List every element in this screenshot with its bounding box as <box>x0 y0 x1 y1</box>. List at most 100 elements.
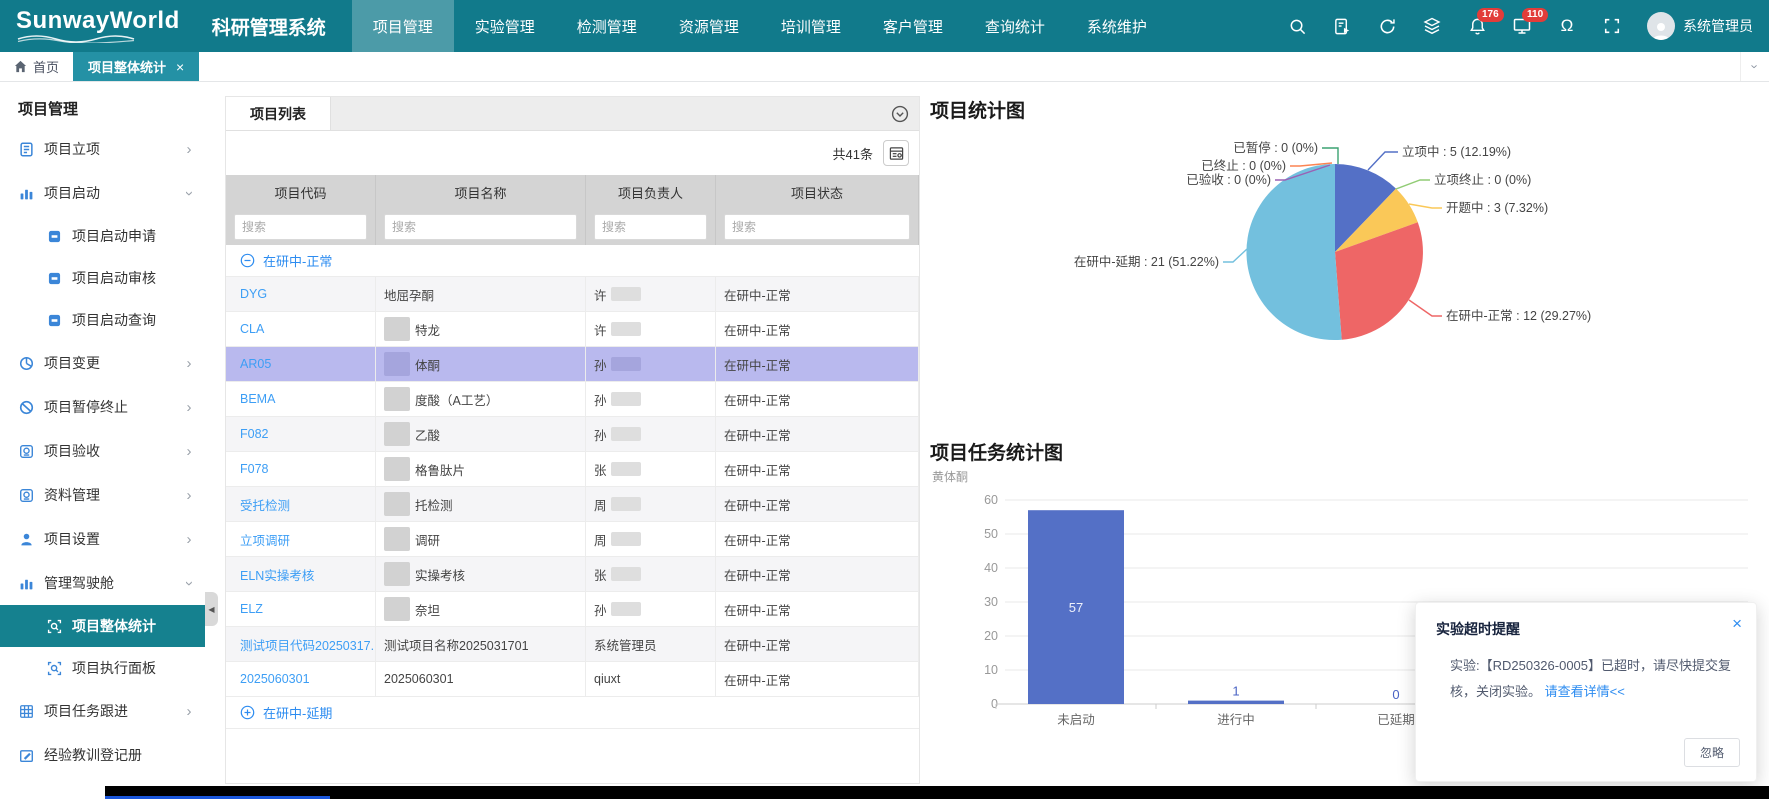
cell-project-code[interactable]: 测试项目代码20250317... <box>226 627 376 661</box>
cell-project-code[interactable]: F078 <box>226 452 376 486</box>
popup-close-icon[interactable]: × <box>1732 615 1742 632</box>
nav-item-3[interactable]: 检测管理 <box>556 0 658 52</box>
sidebar-item-9[interactable]: 项目任务跟进› <box>0 689 205 733</box>
bar-value-label: 1 <box>1232 684 1239 699</box>
sidebar-item-2[interactable]: 项目启动› <box>0 171 205 215</box>
search-icon[interactable] <box>1287 16 1307 36</box>
y-tick-label: 50 <box>984 527 998 541</box>
sidebar-item-8[interactable]: 管理驾驶舱› <box>0 561 205 605</box>
sidebar-subitem-label: 项目启动申请 <box>72 226 156 246</box>
sidebar-item-4[interactable]: 项目暂停终止› <box>0 385 205 429</box>
sidebar-collapse-handle[interactable]: ◀ <box>205 592 218 626</box>
sidebar-item-5[interactable]: 项目验收› <box>0 429 205 473</box>
tab-project-overview[interactable]: 项目整体统计 × <box>73 52 199 81</box>
table-row[interactable]: AR05体酮孙在研中-正常 <box>226 347 919 382</box>
experiment-timeout-popup: 实验超时提醒 × 实验:【RD250326-0005】已超时，请尽快提交复核，关… <box>1415 602 1757 782</box>
redacted-block <box>384 422 410 446</box>
cell-project-code[interactable]: 2025060301 <box>226 662 376 696</box>
search-input-1[interactable] <box>234 214 367 240</box>
pie-label-立项终止: 立项终止 : 0 (0%) <box>1434 172 1531 187</box>
cell-project-code[interactable]: AR05 <box>226 347 376 381</box>
sidebar-subitem-8-2[interactable]: 项目执行面板 <box>0 647 205 689</box>
table-row[interactable]: F082乙酸孙在研中-正常 <box>226 417 919 452</box>
pie-label-在研中-正常: 在研中-正常 : 12 (29.27%) <box>1446 308 1591 323</box>
nav-item-2[interactable]: 实验管理 <box>454 0 556 52</box>
table-row[interactable]: BEMA度酸（A工艺）孙在研中-正常 <box>226 382 919 417</box>
column-header-3[interactable]: 项目负责人 <box>586 175 716 209</box>
search-input-3[interactable] <box>594 214 707 240</box>
owner-text: 系统管理员 <box>594 635 657 654</box>
cell-project-name: 奈坦 <box>376 592 586 626</box>
table-row[interactable]: 测试项目代码20250317...测试项目名称2025031701系统管理员在研… <box>226 627 919 662</box>
brand-logo[interactable]: SunwayWorld <box>0 0 194 52</box>
tab-list-chevron-icon[interactable]: › <box>1740 52 1769 81</box>
cell-project-code[interactable]: CLA <box>226 312 376 346</box>
column-header-2[interactable]: 项目名称 <box>376 175 586 209</box>
fullscreen-icon[interactable] <box>1602 16 1622 36</box>
tab-home[interactable]: 首页 <box>0 52 73 81</box>
chevron-right-icon: › <box>183 355 195 372</box>
search-input-4[interactable] <box>724 214 910 240</box>
project-name-text: 乙酸 <box>415 425 440 444</box>
column-header-1[interactable]: 项目代码 <box>226 175 376 209</box>
table-row[interactable]: 受托检测托检测周在研中-正常 <box>226 487 919 522</box>
panel-title: 项目列表 <box>250 104 306 124</box>
nav-item-6[interactable]: 客户管理 <box>862 0 964 52</box>
omega-icon[interactable]: Ω <box>1557 16 1577 36</box>
cell-project-code[interactable]: BEMA <box>226 382 376 416</box>
cell-project-code[interactable]: 立项调研 <box>226 522 376 556</box>
column-settings-button[interactable] <box>883 140 909 166</box>
sidebar-subitem-8-1[interactable]: 项目整体统计 <box>0 605 205 647</box>
layers-icon[interactable] <box>1422 16 1442 36</box>
nav-item-7[interactable]: 查询统计 <box>964 0 1066 52</box>
column-header-4[interactable]: 项目状态 <box>716 175 919 209</box>
cell-project-owner: 许 <box>586 277 716 311</box>
panel-tab-project-list[interactable]: 项目列表 <box>226 97 331 130</box>
sidebar-subitem-label: 项目执行面板 <box>72 658 156 678</box>
chart-icon <box>18 185 34 201</box>
cell-project-name: 度酸（A工艺） <box>376 382 586 416</box>
sidebar-item-1[interactable]: 项目立项› <box>0 127 205 171</box>
popup-detail-link[interactable]: 请查看详情<< <box>1545 684 1625 699</box>
nav-item-5[interactable]: 培训管理 <box>760 0 862 52</box>
group-row-open[interactable]: 在研中-正常 <box>226 245 919 277</box>
popup-dismiss-button[interactable]: 忽略 <box>1684 738 1740 767</box>
cell-project-code[interactable]: DYG <box>226 277 376 311</box>
cell-project-code[interactable]: ELZ <box>226 592 376 626</box>
search-cell-4 <box>716 209 919 245</box>
cell-project-code[interactable]: F082 <box>226 417 376 451</box>
sidebar-item-label: 项目暂停终止 <box>44 397 183 417</box>
sidebar-item-10[interactable]: 经验教训登记册 <box>0 733 205 777</box>
cell-project-code[interactable]: ELN实操考核 <box>226 557 376 591</box>
search-input-2[interactable] <box>384 214 577 240</box>
table-row[interactable]: ELZ奈坦孙在研中-正常 <box>226 592 919 627</box>
user-menu[interactable]: 系统管理员 <box>1647 12 1753 40</box>
refresh-icon[interactable] <box>1377 16 1397 36</box>
nav-item-4[interactable]: 资源管理 <box>658 0 760 52</box>
table-row[interactable]: F078格鲁肽片张在研中-正常 <box>226 452 919 487</box>
cell-project-code[interactable]: 受托检测 <box>226 487 376 521</box>
grid-icon <box>18 703 34 719</box>
nav-item-8[interactable]: 系统维护 <box>1066 0 1168 52</box>
table-row[interactable]: 20250603012025060301qiuxt在研中-正常 <box>226 662 919 697</box>
table-row[interactable]: ELN实操考核实操考核张在研中-正常 <box>226 557 919 592</box>
table-row[interactable]: CLA特龙许在研中-正常 <box>226 312 919 347</box>
panel-collapse-icon[interactable] <box>891 97 919 130</box>
form-launch-icon[interactable] <box>1332 16 1352 36</box>
bell-icon[interactable]: 176 <box>1467 16 1487 36</box>
sidebar-item-3[interactable]: 项目变更› <box>0 341 205 385</box>
table-row[interactable]: 立项调研调研周在研中-正常 <box>226 522 919 557</box>
sidebar-item-6[interactable]: 资料管理› <box>0 473 205 517</box>
sidebar-subitem-2-1[interactable]: 项目启动申请 <box>0 215 205 257</box>
chevron-down-icon: › <box>183 185 195 202</box>
sidebar-subitem-2-3[interactable]: 项目启动查询 <box>0 299 205 341</box>
nav-item-1[interactable]: 项目管理 <box>352 0 454 52</box>
monitor-icon[interactable]: 110 <box>1512 16 1532 36</box>
sidebar-subitem-2-2[interactable]: 项目启动审核 <box>0 257 205 299</box>
cell-project-owner: 周 <box>586 487 716 521</box>
sidebar-item-7[interactable]: 项目设置› <box>0 517 205 561</box>
table-row[interactable]: DYG地屈孕酮许在研中-正常 <box>226 277 919 312</box>
tab-close-icon[interactable]: × <box>176 59 184 75</box>
user-name: 系统管理员 <box>1683 16 1753 36</box>
group-row-collapsed[interactable]: 在研中-延期 <box>226 697 919 729</box>
